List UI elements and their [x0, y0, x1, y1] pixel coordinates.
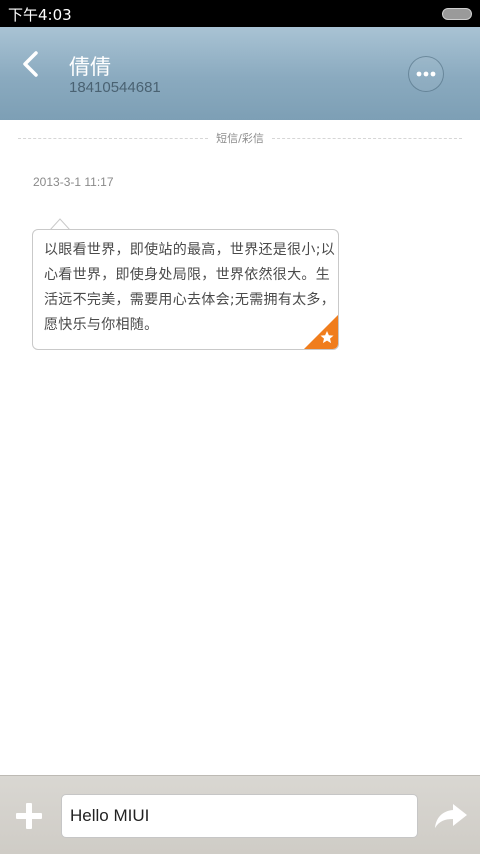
- more-button[interactable]: [408, 56, 444, 92]
- status-bar: 下午4:03: [0, 0, 480, 27]
- back-button[interactable]: [14, 47, 50, 83]
- battery-icon: [442, 8, 472, 20]
- message-type-divider: 短信/彩信: [0, 128, 480, 148]
- status-time: 下午4:03: [8, 6, 72, 24]
- star-badge: [304, 315, 338, 349]
- contact-name: 倩倩: [69, 55, 111, 79]
- divider-label: 短信/彩信: [216, 132, 264, 145]
- add-attachment-button[interactable]: [14, 801, 44, 831]
- conversation-header: 倩倩 18410544681: [0, 27, 480, 120]
- send-button[interactable]: [433, 802, 469, 830]
- message-bubble[interactable]: 以眼看世界，即使站的最高，世界还是很小;以心看世界，即使身处局限，世界依然很大。…: [32, 229, 339, 350]
- more-dots-icon: [416, 71, 436, 77]
- message-input[interactable]: Hello MIUI: [61, 794, 418, 838]
- message-timestamp: 2013-3-1 11:17: [33, 175, 114, 189]
- back-chevron-icon: [23, 51, 38, 77]
- message-text: 以眼看世界，即使站的最高，世界还是很小;以心看世界，即使身处局限，世界依然很大。…: [44, 242, 336, 333]
- send-arrow-icon: [435, 804, 467, 828]
- compose-bar: Hello MIUI: [0, 775, 480, 854]
- plus-icon: [16, 803, 42, 829]
- contact-number: 18410544681: [69, 79, 161, 96]
